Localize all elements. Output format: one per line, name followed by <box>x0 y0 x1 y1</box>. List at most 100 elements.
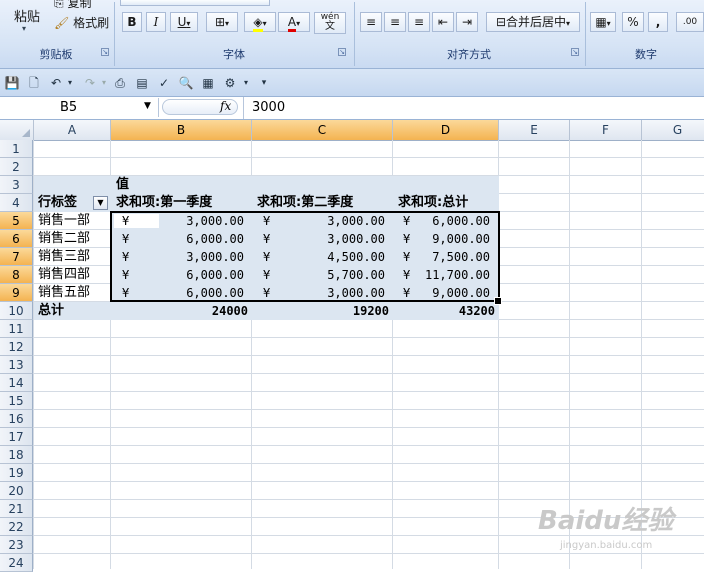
italic-button[interactable]: I <box>146 12 166 32</box>
row-header[interactable]: 22 <box>0 518 33 536</box>
currency-button[interactable]: ▦▾ <box>590 12 616 32</box>
grid-icon[interactable]: ▦ <box>200 75 216 91</box>
paste-dropdown-icon[interactable]: ▾ <box>22 24 26 33</box>
row-header[interactable]: 11 <box>0 320 33 338</box>
format-painter-button[interactable]: 🖌 格式刷 <box>54 14 109 31</box>
row-header[interactable]: 9 <box>0 284 33 302</box>
fill-color-button[interactable]: ◈▾ <box>244 12 276 32</box>
border-button[interactable]: ⊞▾ <box>206 12 238 32</box>
formula-bar: B5 ▼ fx 3000 <box>0 97 704 120</box>
row-header[interactable]: 2 <box>0 158 33 176</box>
pivot-row-label[interactable]: 销售三部 <box>38 248 90 266</box>
print-icon[interactable]: ⎙ <box>112 75 128 91</box>
select-all-corner[interactable] <box>0 120 34 140</box>
align-right-button[interactable]: ≡ <box>408 12 430 32</box>
pivot-row-label[interactable]: 销售五部 <box>38 284 90 302</box>
increase-indent-button[interactable]: ⇥ <box>456 12 478 32</box>
fx-icon[interactable]: fx <box>220 99 231 113</box>
row-header[interactable]: 23 <box>0 536 33 554</box>
row-header[interactable]: 20 <box>0 482 33 500</box>
pivot-row-label[interactable]: 销售四部 <box>38 266 90 284</box>
copy-icon: ⎘ <box>54 0 64 10</box>
print-preview-icon[interactable]: 🔍 <box>178 75 194 91</box>
font-color-button[interactable]: A▾ <box>278 12 310 32</box>
alignment-launcher-icon[interactable]: ↘ <box>571 48 579 56</box>
merge-center-label: 合并后居中 <box>506 15 567 29</box>
customize-qat-icon[interactable]: ▾ <box>256 75 272 91</box>
grand-total-q2[interactable]: 19200 <box>252 302 389 320</box>
name-box-dropdown-icon[interactable]: ▼ <box>144 101 151 111</box>
save-icon[interactable]: 💾 <box>4 75 20 91</box>
grand-total-total[interactable]: 43200 <box>393 302 495 320</box>
underline-button[interactable]: U▾ <box>170 12 198 32</box>
align-left-button[interactable]: ≡ <box>360 12 382 32</box>
column-header[interactable]: B <box>111 120 252 140</box>
new-document-icon[interactable]: 🗋 <box>26 75 42 91</box>
column-header[interactable]: G <box>642 120 704 140</box>
name-box[interactable]: B5 ▼ <box>0 98 159 117</box>
pivot-row-label[interactable]: 销售一部 <box>38 212 90 230</box>
underline-dropdown-icon[interactable]: ▾ <box>186 19 190 28</box>
fill-color-icon: ◈ <box>253 15 263 32</box>
clipboard-group-label: 剪贴板 <box>39 48 73 61</box>
font-color-dropdown-icon[interactable]: ▾ <box>296 19 300 28</box>
row-header[interactable]: 12 <box>0 338 33 356</box>
row-header[interactable]: 19 <box>0 464 33 482</box>
currency-dropdown-icon[interactable]: ▾ <box>607 19 611 28</box>
increase-decimal-button[interactable]: .00 <box>676 12 704 32</box>
row-header[interactable]: 6 <box>0 230 33 248</box>
spelling-icon[interactable]: ✓ <box>156 75 172 91</box>
merge-center-button[interactable]: ⊟合并后居中▾ <box>486 12 580 32</box>
paste-button[interactable]: 粘贴 <box>14 6 40 25</box>
font-launcher-icon[interactable]: ↘ <box>338 48 346 56</box>
border-dropdown-icon[interactable]: ▾ <box>225 19 229 28</box>
column-header[interactable]: C <box>252 120 393 140</box>
grand-total-q1[interactable]: 24000 <box>111 302 248 320</box>
tools-icon[interactable]: ⚙ <box>222 75 238 91</box>
formula-input[interactable]: 3000 <box>252 100 285 115</box>
row-header[interactable]: 5 <box>0 212 33 230</box>
copy-button[interactable]: ⎘ 复制 <box>54 0 91 11</box>
row-header[interactable]: 7 <box>0 248 33 266</box>
redo-dropdown-icon[interactable]: ▾ <box>96 75 112 91</box>
decrease-indent-button[interactable]: ⇤ <box>432 12 454 32</box>
undo-dropdown-icon[interactable]: ▾ <box>62 75 78 91</box>
row-header[interactable]: 17 <box>0 428 33 446</box>
border-icon: ⊞ <box>214 15 226 29</box>
group-divider <box>354 2 355 66</box>
clipboard-launcher-icon[interactable]: ↘ <box>101 48 109 56</box>
phonetic-button[interactable]: wén 文 <box>314 12 346 34</box>
align-center-button[interactable]: ≡ <box>384 12 406 32</box>
fill-dropdown-icon[interactable]: ▾ <box>263 19 267 28</box>
row-header[interactable]: 3 <box>0 176 33 194</box>
align-center-icon: ≡ <box>389 15 401 29</box>
row-filter-dropdown-icon[interactable]: ▼ <box>93 196 108 210</box>
calculator-icon[interactable]: ▤ <box>134 75 150 91</box>
row-header[interactable]: 14 <box>0 374 33 392</box>
merge-dropdown-icon[interactable]: ▾ <box>566 19 570 28</box>
row-header[interactable]: 13 <box>0 356 33 374</box>
column-header[interactable]: E <box>499 120 570 140</box>
pivot-values-caption: 值 <box>116 177 130 192</box>
row-header[interactable]: 16 <box>0 410 33 428</box>
column-header[interactable]: F <box>570 120 642 140</box>
comma-button[interactable]: , <box>648 12 668 32</box>
row-header[interactable]: 1 <box>0 140 33 158</box>
row-header[interactable]: 4 <box>0 194 33 212</box>
row-header[interactable]: 18 <box>0 446 33 464</box>
column-header[interactable]: D <box>393 120 499 140</box>
font-name-box[interactable] <box>120 0 270 6</box>
row-header[interactable]: 10 <box>0 302 33 320</box>
merge-center-icon: ⊟ <box>495 15 507 29</box>
row-header[interactable]: 8 <box>0 266 33 284</box>
row-header[interactable]: 24 <box>0 554 33 572</box>
row-header[interactable]: 15 <box>0 392 33 410</box>
fill-handle[interactable] <box>494 297 502 305</box>
tools-dropdown-icon[interactable]: ▾ <box>238 75 254 91</box>
percent-button[interactable]: % <box>622 12 644 32</box>
format-painter-icon: 🖌 <box>54 16 70 30</box>
bold-button[interactable]: B <box>122 12 142 32</box>
row-header[interactable]: 21 <box>0 500 33 518</box>
pivot-row-label[interactable]: 销售二部 <box>38 230 90 248</box>
column-header[interactable]: A <box>34 120 111 140</box>
